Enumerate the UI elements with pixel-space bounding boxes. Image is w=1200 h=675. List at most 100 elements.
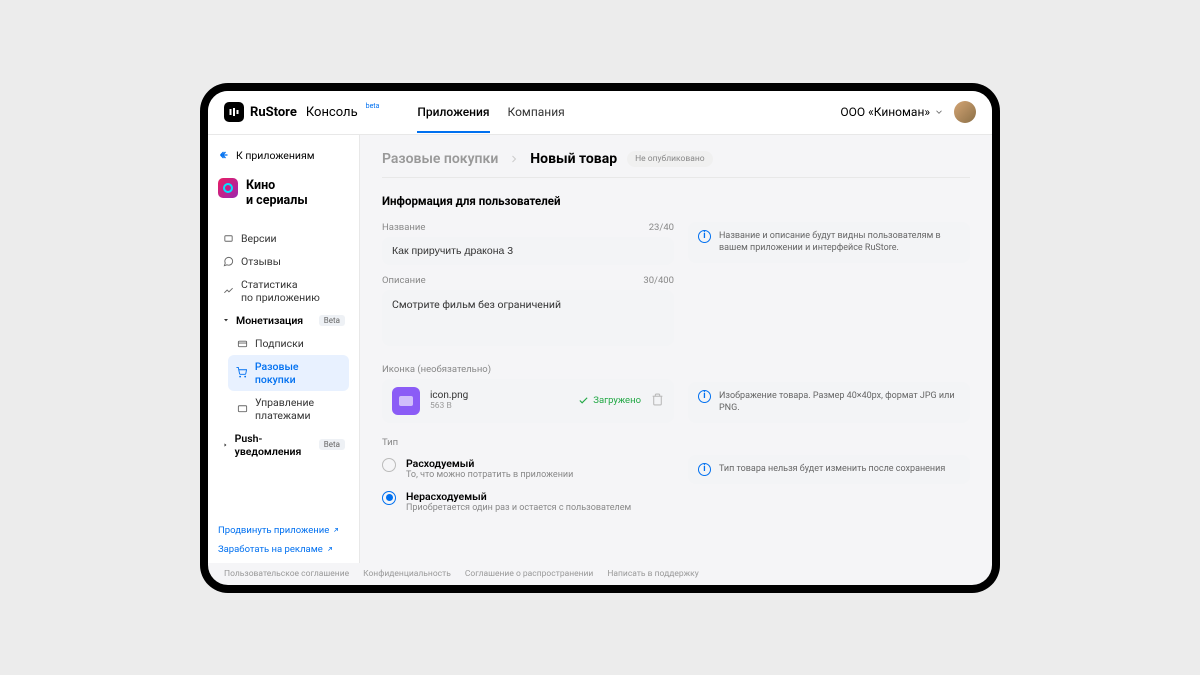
group-label: Монетизация <box>236 314 303 327</box>
radio-label: Нерасходуемый <box>406 490 631 503</box>
back-link[interactable]: К приложениям <box>218 149 349 162</box>
sidebar-label: Статистика по приложению <box>241 278 320 304</box>
footer-privacy[interactable]: Конфиденциальность <box>363 569 451 579</box>
sidebar-item-reviews[interactable]: Отзывы <box>218 250 349 273</box>
name-field-wrap: Название 23/40 <box>382 222 674 265</box>
footer-distribution[interactable]: Соглашение о распространении <box>465 569 594 579</box>
tab-apps[interactable]: Приложения <box>417 91 489 133</box>
topbar: RuStore Консоль beta Приложения Компания… <box>208 91 992 135</box>
caret-down-icon <box>222 316 230 324</box>
radio-nonconsumable[interactable]: Нерасходуемый Приобретается один раз и о… <box>382 485 674 518</box>
external-link-icon <box>326 545 334 553</box>
external-link-icon <box>332 526 340 534</box>
char-counter: 30/400 <box>643 275 674 286</box>
info-text: Тип товара нельзя будет изменить после с… <box>719 463 945 476</box>
info-icon: i <box>698 463 711 476</box>
footer-agreement[interactable]: Пользовательское соглашение <box>224 569 349 579</box>
check-icon <box>578 395 589 406</box>
radio-desc: То, что можно потратить в приложении <box>406 470 573 480</box>
back-label: К приложениям <box>236 149 315 162</box>
radio-icon <box>382 458 396 472</box>
sidebar: К приложениям Кино и сериалы Версии Отзы… <box>208 135 360 563</box>
sidebar-item-stats[interactable]: Статистика по приложению <box>218 273 349 309</box>
device-frame: RuStore Консоль beta Приложения Компания… <box>200 83 1000 593</box>
company-name: ООО «Киноман» <box>840 105 930 119</box>
icon-field-wrap: Иконка (необязательно) icon.png 563 B За… <box>382 364 674 423</box>
group-label: Push-уведомления <box>235 432 313 458</box>
radio-label: Расходуемый <box>406 457 573 470</box>
promo-link-promote[interactable]: Продвинуть приложение <box>218 525 349 536</box>
cart-icon <box>236 367 248 378</box>
tab-company[interactable]: Компания <box>508 91 565 133</box>
info-text: Изображение товара. Размер 40×40px, форм… <box>719 390 960 415</box>
file-box: icon.png 563 B Загружено <box>382 379 674 423</box>
screen: RuStore Консоль beta Приложения Компания… <box>208 91 992 585</box>
sidebar-item-versions[interactable]: Версии <box>218 227 349 250</box>
field-label: Описание <box>382 275 426 286</box>
file-info: icon.png 563 B <box>430 390 568 411</box>
icon-row: Иконка (необязательно) icon.png 563 B За… <box>382 364 970 423</box>
footer: Пользовательское соглашение Конфиденциал… <box>208 563 992 585</box>
sidebar-label: Управление платежами <box>255 396 314 422</box>
chevron-right-icon <box>508 153 520 165</box>
sidebar-group-monetization[interactable]: Монетизация Beta <box>218 309 349 332</box>
sidebar-label: Подписки <box>255 337 304 350</box>
sidebar-label: Отзывы <box>241 255 281 268</box>
sidebar-label: Версии <box>241 232 277 245</box>
chevron-down-icon <box>934 107 944 117</box>
console-text: Консоль <box>306 105 358 120</box>
crumb-parent[interactable]: Разовые покупки <box>382 151 498 167</box>
radio-consumable[interactable]: Расходуемый То, что можно потратить в пр… <box>382 452 674 485</box>
field-header: Иконка (необязательно) <box>382 364 674 375</box>
trash-icon <box>651 393 664 406</box>
breadcrumb: Разовые покупки Новый товар Не опубликов… <box>382 151 970 167</box>
beta-chip: Beta <box>319 315 345 326</box>
desc-row: Описание 30/400 <box>382 275 970 350</box>
beta-chip: Beta <box>319 439 345 450</box>
field-label: Тип <box>382 437 398 448</box>
status-badge: Не опубликовано <box>627 151 713 167</box>
info-box-name: i Название и описание будут видны пользо… <box>688 222 970 263</box>
app-header: Кино и сериалы <box>218 178 349 209</box>
wallet-icon <box>236 403 248 414</box>
page-title: Новый товар <box>530 151 617 167</box>
delete-file-button[interactable] <box>651 391 664 410</box>
info-icon: i <box>698 390 711 403</box>
sidebar-group-push[interactable]: Push-уведомления Beta <box>218 427 349 463</box>
info-text: Название и описание будут видны пользова… <box>719 230 960 255</box>
company-selector[interactable]: ООО «Киноман» <box>840 105 944 119</box>
radio-icon <box>382 491 396 505</box>
info-box-type: i Тип товара нельзя будет изменить после… <box>688 455 970 484</box>
upload-status: Загружено <box>578 395 641 406</box>
radio-desc: Приобретается один раз и остается с поль… <box>406 503 631 513</box>
name-row: Название 23/40 i Название и описание буд… <box>382 222 970 265</box>
section-title: Информация для пользователей <box>382 194 970 208</box>
sidebar-item-subscriptions[interactable]: Подписки <box>228 332 349 355</box>
card-icon <box>236 338 248 349</box>
desc-field-wrap: Описание 30/400 <box>382 275 674 350</box>
sidebar-item-purchases[interactable]: Разовые покупки <box>228 355 349 391</box>
name-input[interactable] <box>382 237 674 265</box>
footer-support[interactable]: Написать в поддержку <box>607 569 698 579</box>
arrow-left-icon <box>218 149 230 161</box>
topbar-right: ООО «Киноман» <box>840 101 976 123</box>
field-label: Иконка (необязательно) <box>382 364 491 375</box>
brand-text: RuStore <box>250 105 297 120</box>
chart-icon <box>222 285 234 296</box>
chat-icon <box>222 256 234 267</box>
main-content: Разовые покупки Новый товар Не опубликов… <box>360 135 992 563</box>
rustore-logo-icon <box>224 102 244 122</box>
promo-link-ads[interactable]: Заработать на рекламе <box>218 544 349 555</box>
char-counter: 23/40 <box>649 222 674 233</box>
logo[interactable]: RuStore Консоль beta <box>224 102 377 122</box>
app-icon <box>218 178 238 198</box>
file-size: 563 B <box>430 401 568 411</box>
file-name: icon.png <box>430 390 568 401</box>
avatar[interactable] <box>954 101 976 123</box>
field-header: Тип <box>382 437 674 448</box>
sidebar-item-payments[interactable]: Управление платежами <box>228 391 349 427</box>
desc-input[interactable] <box>382 290 674 346</box>
file-thumbnail <box>392 387 420 415</box>
info-box-icon: i Изображение товара. Размер 40×40px, фо… <box>688 382 970 423</box>
layers-icon <box>222 233 234 244</box>
